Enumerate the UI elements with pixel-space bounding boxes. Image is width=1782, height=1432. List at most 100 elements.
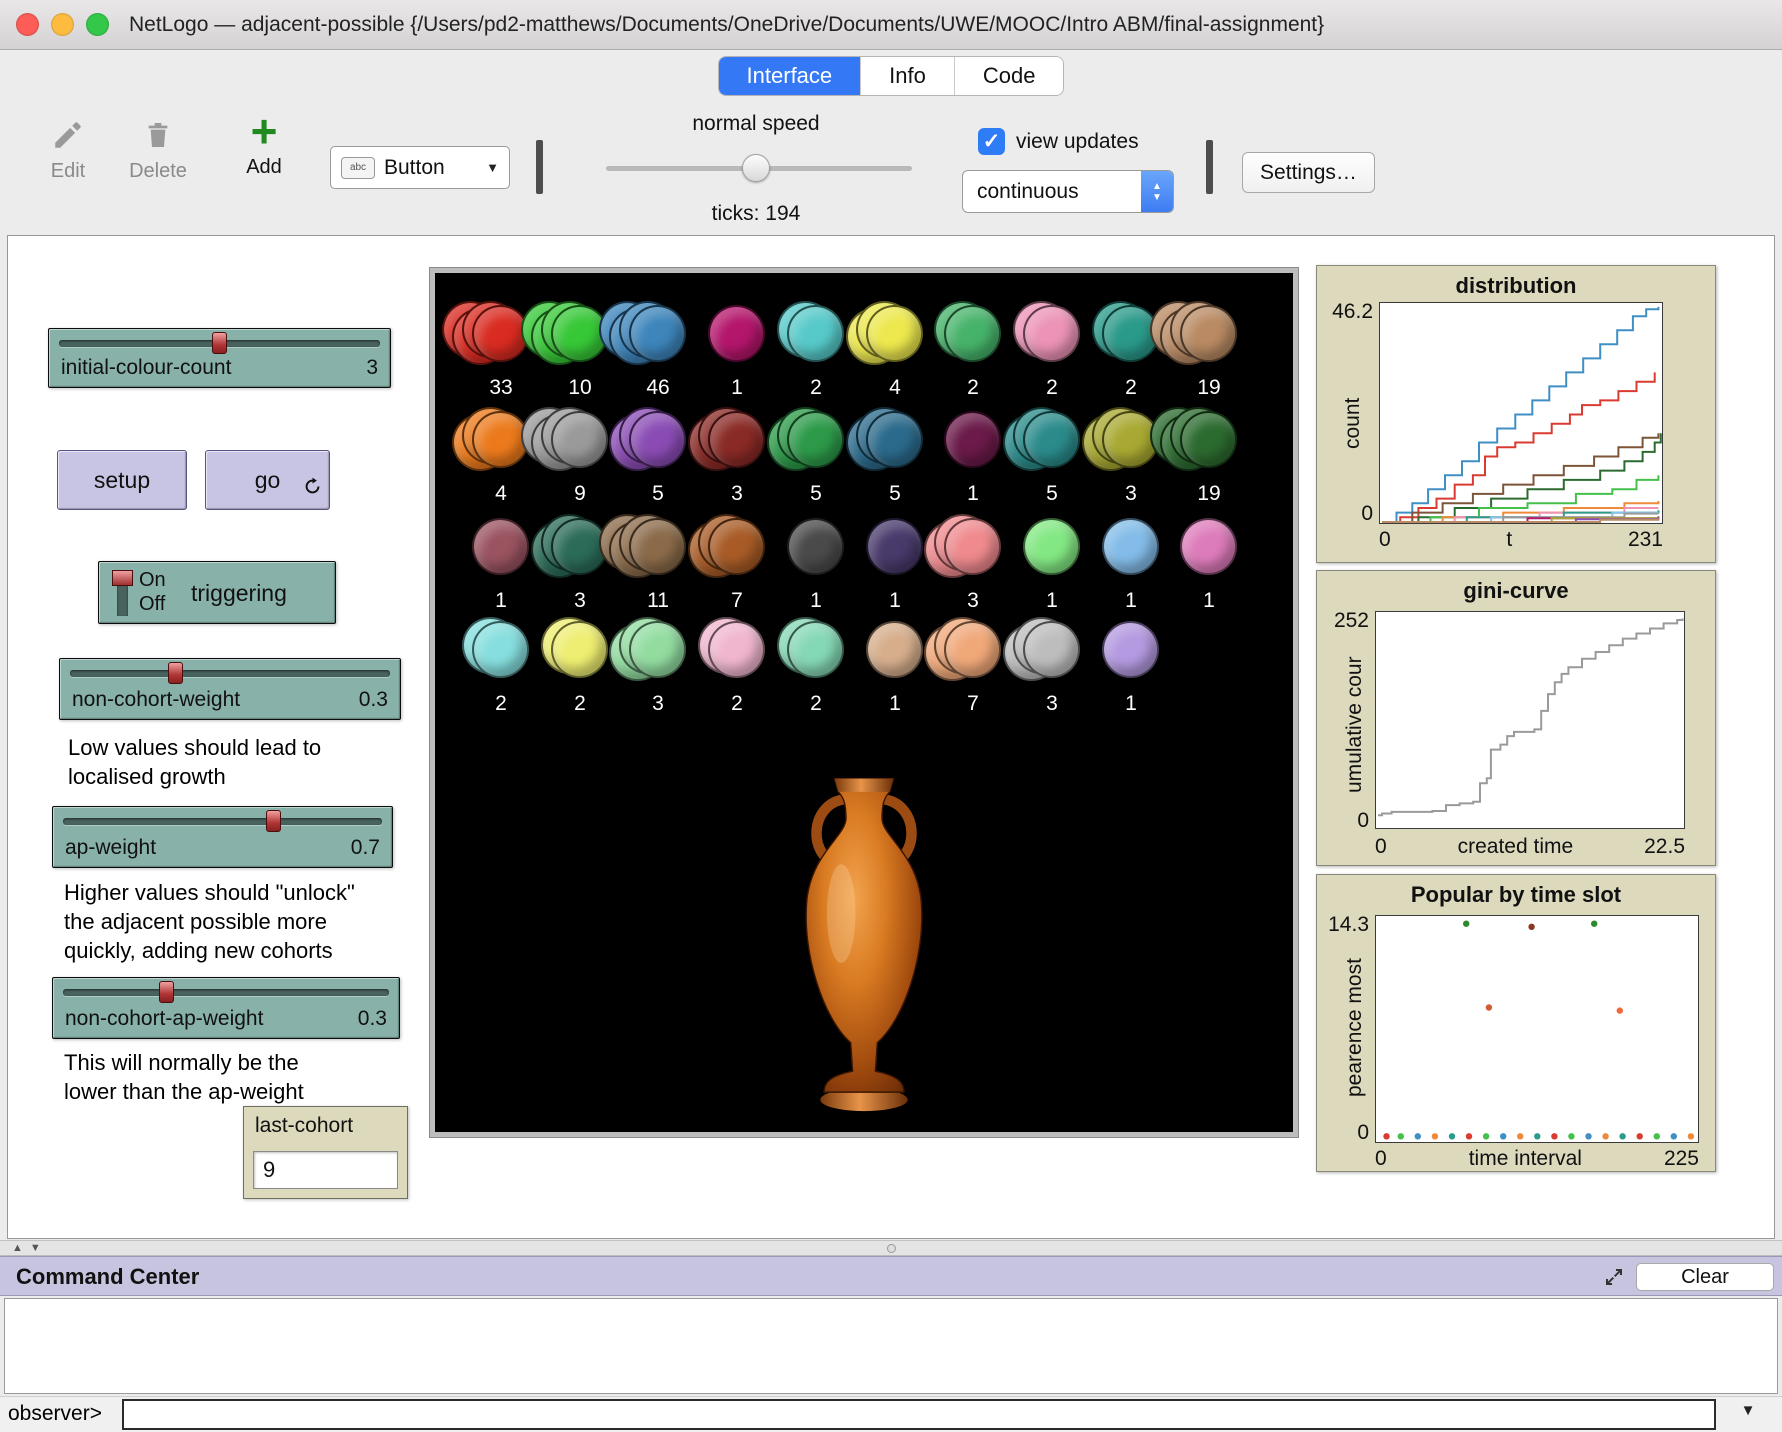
x-max-label: 22.5 — [1644, 835, 1685, 859]
slider-non-cohort-ap-weight[interactable]: non-cohort-ap-weight 0.3 — [52, 977, 400, 1039]
cluster-count: 46 — [616, 376, 700, 400]
slider-thumb[interactable] — [159, 981, 174, 1003]
slider-label: initial-colour-count — [61, 356, 231, 380]
clear-button[interactable]: Clear — [1636, 1263, 1774, 1291]
view-updates-checkbox[interactable]: ✓ — [978, 128, 1005, 155]
cluster-count: 1 — [1089, 692, 1173, 716]
setup-button[interactable]: setup — [57, 450, 187, 510]
cluster-count: 2 — [1010, 376, 1094, 400]
turtle-circle — [629, 518, 686, 575]
command-center-splitter[interactable]: ▲▼ — [0, 1240, 1782, 1256]
world-view[interactable]: 3310461242221949535515319131171131112232… — [430, 268, 1298, 1137]
command-center-title: Command Center — [16, 1264, 199, 1290]
cluster-count: 1 — [695, 376, 779, 400]
cluster-count: 19 — [1167, 376, 1251, 400]
slider-non-cohort-weight[interactable]: non-cohort-weight 0.3 — [59, 658, 401, 720]
cluster-count: 3 — [1010, 692, 1094, 716]
export-arrows-icon[interactable] — [1600, 1263, 1628, 1291]
speed-label: normal speed — [650, 112, 862, 136]
slider-label: non-cohort-weight — [72, 688, 240, 712]
slider-track[interactable] — [70, 670, 390, 677]
slider-track[interactable] — [59, 340, 380, 347]
widget-type-dropdown[interactable]: abc Button ▼ — [330, 146, 510, 189]
turtle-circle — [1180, 518, 1237, 575]
tab-code[interactable]: Code — [955, 57, 1064, 95]
scatter-dot — [1617, 1007, 1623, 1013]
tab-info[interactable]: Info — [861, 57, 955, 95]
pencil-icon — [30, 114, 106, 156]
cluster-count: 2 — [1089, 376, 1173, 400]
turtle-circle — [551, 621, 608, 678]
cluster-count: 1 — [931, 482, 1015, 506]
x-min-label: 0 — [1379, 528, 1391, 552]
slider-ap-weight[interactable]: ap-weight 0.7 — [52, 806, 393, 868]
cluster-count: 2 — [774, 692, 858, 716]
history-dropdown-icon[interactable]: ▼ — [1726, 1402, 1770, 1428]
scatter-dot — [1500, 1133, 1506, 1139]
update-mode-dropdown[interactable]: continuous ▲▼ — [962, 170, 1174, 213]
scatter-dot — [1486, 1004, 1492, 1010]
minimize-button[interactable] — [51, 13, 74, 36]
add-label: Add — [226, 156, 302, 179]
cluster-count: 5 — [616, 482, 700, 506]
x-min-label: 0 — [1375, 835, 1387, 859]
widget-type-value: Button — [384, 156, 486, 180]
maximize-button[interactable] — [86, 13, 109, 36]
plot-distribution: distribution 46.2 0 count 0 t 231 — [1316, 265, 1716, 563]
turtle-circle — [866, 411, 923, 468]
switch-handle[interactable] — [112, 570, 133, 586]
turtle-circle — [787, 621, 844, 678]
close-button[interactable] — [16, 13, 39, 36]
edit-button[interactable]: Edit — [30, 114, 106, 183]
delete-button[interactable]: Delete — [120, 114, 196, 183]
slider-label: non-cohort-ap-weight — [65, 1007, 263, 1031]
turtle-circle — [629, 411, 686, 468]
slider-track[interactable] — [63, 989, 389, 996]
delete-label: Delete — [120, 160, 196, 183]
turtle-circle — [1180, 305, 1237, 362]
x-axis-label: t — [1506, 528, 1512, 552]
speed-slider-thumb[interactable] — [742, 154, 770, 182]
drag-handle-icon[interactable] — [887, 1244, 896, 1253]
scatter-dot — [1432, 1133, 1438, 1139]
settings-button[interactable]: Settings… — [1242, 152, 1375, 193]
command-input[interactable] — [122, 1399, 1716, 1430]
slider-value: 0.7 — [351, 836, 380, 860]
x-max-label: 225 — [1664, 1147, 1699, 1171]
setup-label: setup — [94, 467, 150, 494]
x-axis-row: 0 t 231 — [1379, 528, 1663, 552]
tab-interface[interactable]: Interface — [719, 57, 862, 95]
slider-initial-colour-count[interactable]: initial-colour-count 3 — [48, 328, 391, 388]
chevron-down-icon: ▼ — [486, 160, 499, 175]
slider-thumb[interactable] — [168, 662, 183, 684]
cluster-count: 33 — [459, 376, 543, 400]
add-button[interactable]: + Add — [226, 110, 302, 179]
turtle-circle — [1023, 621, 1080, 678]
cluster-count: 7 — [695, 589, 779, 613]
turtle-circle — [629, 621, 686, 678]
turtle-circle — [866, 621, 923, 678]
turtle-circle — [551, 411, 608, 468]
slider-thumb[interactable] — [212, 332, 227, 354]
command-center-header: Command Center Clear — [0, 1256, 1782, 1296]
cluster-count: 1 — [459, 589, 543, 613]
tab-group: Interface Info Code — [718, 56, 1065, 96]
slider-track[interactable] — [63, 818, 382, 825]
trash-icon — [120, 114, 196, 156]
turtle-circle — [944, 411, 1001, 468]
collapse-arrows-icon[interactable]: ▲▼ — [12, 1242, 48, 1254]
go-button[interactable]: go — [205, 450, 330, 510]
turtle-circle — [472, 518, 529, 575]
ticks-counter: ticks: 194 — [650, 202, 862, 226]
y-max-label: 46.2 — [1319, 300, 1373, 324]
turtle-circle — [1023, 305, 1080, 362]
slider-thumb[interactable] — [266, 810, 281, 832]
cluster-count: 2 — [931, 376, 1015, 400]
scatter-dot — [1517, 1133, 1523, 1139]
cluster-count: 7 — [931, 692, 1015, 716]
turtle-circle — [1102, 621, 1159, 678]
turtle-circle — [787, 411, 844, 468]
go-label: go — [255, 467, 281, 494]
cluster-count: 1 — [1010, 589, 1094, 613]
switch-triggering[interactable]: On Off triggering — [98, 561, 336, 624]
